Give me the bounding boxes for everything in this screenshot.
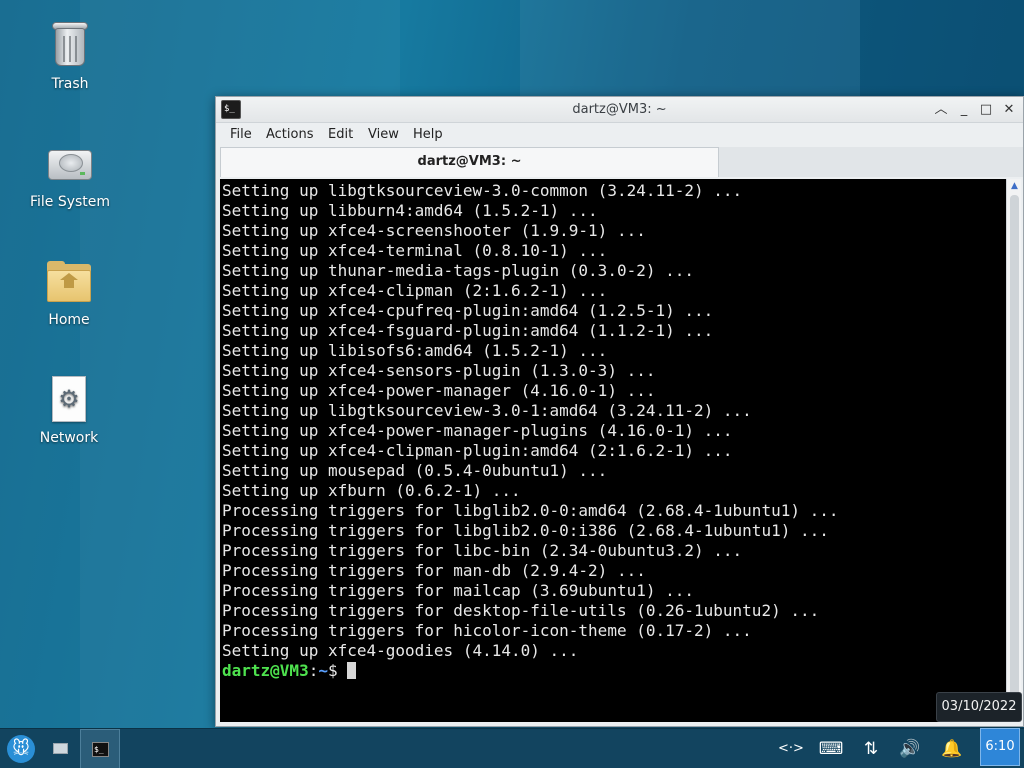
menu-actions[interactable]: Actions: [266, 127, 314, 142]
window-titlebar[interactable]: $_ dartz@VM3: ~ ︿ _ □ ✕: [216, 97, 1023, 123]
shade-button[interactable]: ︿: [932, 101, 950, 119]
terminal-line: Setting up xfce4-clipman (2:1.6.2-1) ...: [222, 281, 608, 300]
taskbar: 🐭 $_ <·> ⌨ ⇅ 🔊 🔔: [0, 728, 1024, 768]
drive-icon: [46, 140, 94, 188]
show-desktop-button[interactable]: [42, 729, 78, 768]
terminal-line: Processing triggers for libglib2.0-0:amd…: [222, 501, 839, 520]
desktop-icon-label: Home: [48, 312, 90, 328]
terminal-line: Setting up libisofs6:amd64 (1.5.2-1) ...: [222, 341, 608, 360]
terminal-line: Setting up xfce4-power-manager (4.16.0-1…: [222, 381, 656, 400]
minimize-button[interactable]: _: [955, 101, 973, 119]
minimize-icon: _: [960, 102, 968, 117]
close-button[interactable]: ✕: [1000, 101, 1018, 119]
menubar: File Actions Edit View Help: [216, 123, 1023, 147]
terminal-line: Setting up xfce4-sensors-plugin (1.3.0-3…: [222, 361, 656, 380]
terminal-line: Setting up xfce4-clipman-plugin:amd64 (2…: [222, 441, 733, 460]
home-folder-icon: [45, 258, 93, 306]
desktop-icon: [53, 743, 68, 754]
terminal-line: Setting up libburn4:amd64 (1.5.2-1) ...: [222, 201, 598, 220]
terminal-line: Processing triggers for mailcap (3.69ubu…: [222, 581, 695, 600]
maximize-icon: □: [979, 102, 993, 117]
menu-help[interactable]: Help: [413, 127, 443, 142]
prompt-path: ~: [318, 661, 328, 680]
clock[interactable]: 6:10: [980, 728, 1020, 766]
volume-icon[interactable]: 🔊: [894, 737, 926, 761]
desktop-icon-label: Trash: [51, 76, 89, 92]
terminal-line: Setting up xfce4-terminal (0.8.10-1) ...: [222, 241, 608, 260]
prompt-separator: :: [308, 661, 319, 680]
terminal-scrollbar[interactable]: ▲: [1006, 179, 1021, 722]
maximize-button[interactable]: □: [977, 101, 995, 119]
terminal-icon: $_: [92, 742, 109, 757]
desktop-icon-label: Network: [39, 430, 99, 446]
terminal-window[interactable]: $_ dartz@VM3: ~ ︿ _ □ ✕ File Actions Edi…: [215, 96, 1024, 727]
terminal-prompt[interactable]: dartz@VM3:~$: [222, 661, 839, 681]
close-icon: ✕: [1003, 102, 1015, 117]
terminal-line: Setting up xfburn (0.6.2-1) ...: [222, 481, 521, 500]
arrows-updown-icon[interactable]: ⇅: [858, 737, 884, 761]
terminal-line: Setting up thunar-media-tags-plugin (0.3…: [222, 261, 695, 280]
terminal-line: Setting up xfce4-cpufreq-plugin:amd64 (1…: [222, 301, 714, 320]
terminal-line: Setting up xfce4-screenshooter (1.9.9-1)…: [222, 221, 646, 240]
xfce-mouse-icon: 🐭: [7, 735, 35, 763]
terminal-line: Processing triggers for libglib2.0-0:i38…: [222, 521, 829, 540]
tab-bar: dartz@VM3: ~: [220, 147, 1023, 177]
terminal-line: Processing triggers for desktop-file-uti…: [222, 601, 820, 620]
text-cursor: [347, 662, 357, 679]
desktop-icon-home[interactable]: Home: [14, 258, 124, 328]
keyboard-icon[interactable]: ⌨: [818, 737, 844, 761]
window-title: dartz@VM3: ~: [572, 102, 667, 117]
network-icon: ⚙: [45, 376, 93, 424]
terminal-line: Processing triggers for man-db (2.9.4-2)…: [222, 561, 646, 580]
terminal-line: Setting up mousepad (0.5.4-0ubuntu1) ...: [222, 461, 608, 480]
menu-file[interactable]: File: [230, 127, 252, 142]
terminal-output[interactable]: Setting up libgtksourceview-3.0-common (…: [220, 179, 1006, 722]
tab-terminal[interactable]: dartz@VM3: ~: [220, 147, 719, 177]
taskbar-terminal-button[interactable]: $_: [80, 729, 120, 768]
prompt-user: dartz@VM3: [222, 661, 309, 680]
desktop-icon-label: File System: [29, 194, 111, 210]
prompt-suffix: $: [327, 661, 348, 680]
whisker-menu-button[interactable]: 🐭: [2, 729, 40, 768]
terminal-line: Setting up xfce4-fsguard-plugin:amd64 (1…: [222, 321, 714, 340]
menu-edit[interactable]: Edit: [328, 127, 353, 142]
terminal-text: Setting up libgtksourceview-3.0-common (…: [222, 181, 839, 681]
desktop-icon-trash[interactable]: Trash: [15, 22, 125, 92]
bell-icon[interactable]: 🔔: [938, 737, 966, 761]
terminal-line: Setting up libgtksourceview-3.0-1:amd64 …: [222, 401, 752, 420]
trash-icon: [46, 22, 94, 70]
date-tooltip: 03/10/2022: [936, 692, 1022, 722]
terminal-line: Setting up xfce4-goodies (4.14.0) ...: [222, 641, 579, 660]
terminal-line: Setting up libgtksourceview-3.0-common (…: [222, 181, 743, 200]
scrollbar-thumb[interactable]: [1010, 195, 1019, 715]
menu-view[interactable]: View: [368, 127, 399, 142]
scroll-up-arrow-icon[interactable]: ▲: [1007, 179, 1022, 193]
terminal-line: Processing triggers for libc-bin (2.34-0…: [222, 541, 743, 560]
network-icon[interactable]: <·>: [776, 737, 806, 761]
terminal-line: Setting up xfce4-power-manager-plugins (…: [222, 421, 733, 440]
chevron-up-icon: ︿: [934, 102, 948, 117]
desktop-icon-file-system[interactable]: File System: [15, 140, 125, 210]
terminal-line: Processing triggers for hicolor-icon-the…: [222, 621, 752, 640]
desktop-icon-network[interactable]: ⚙ Network: [14, 376, 124, 446]
